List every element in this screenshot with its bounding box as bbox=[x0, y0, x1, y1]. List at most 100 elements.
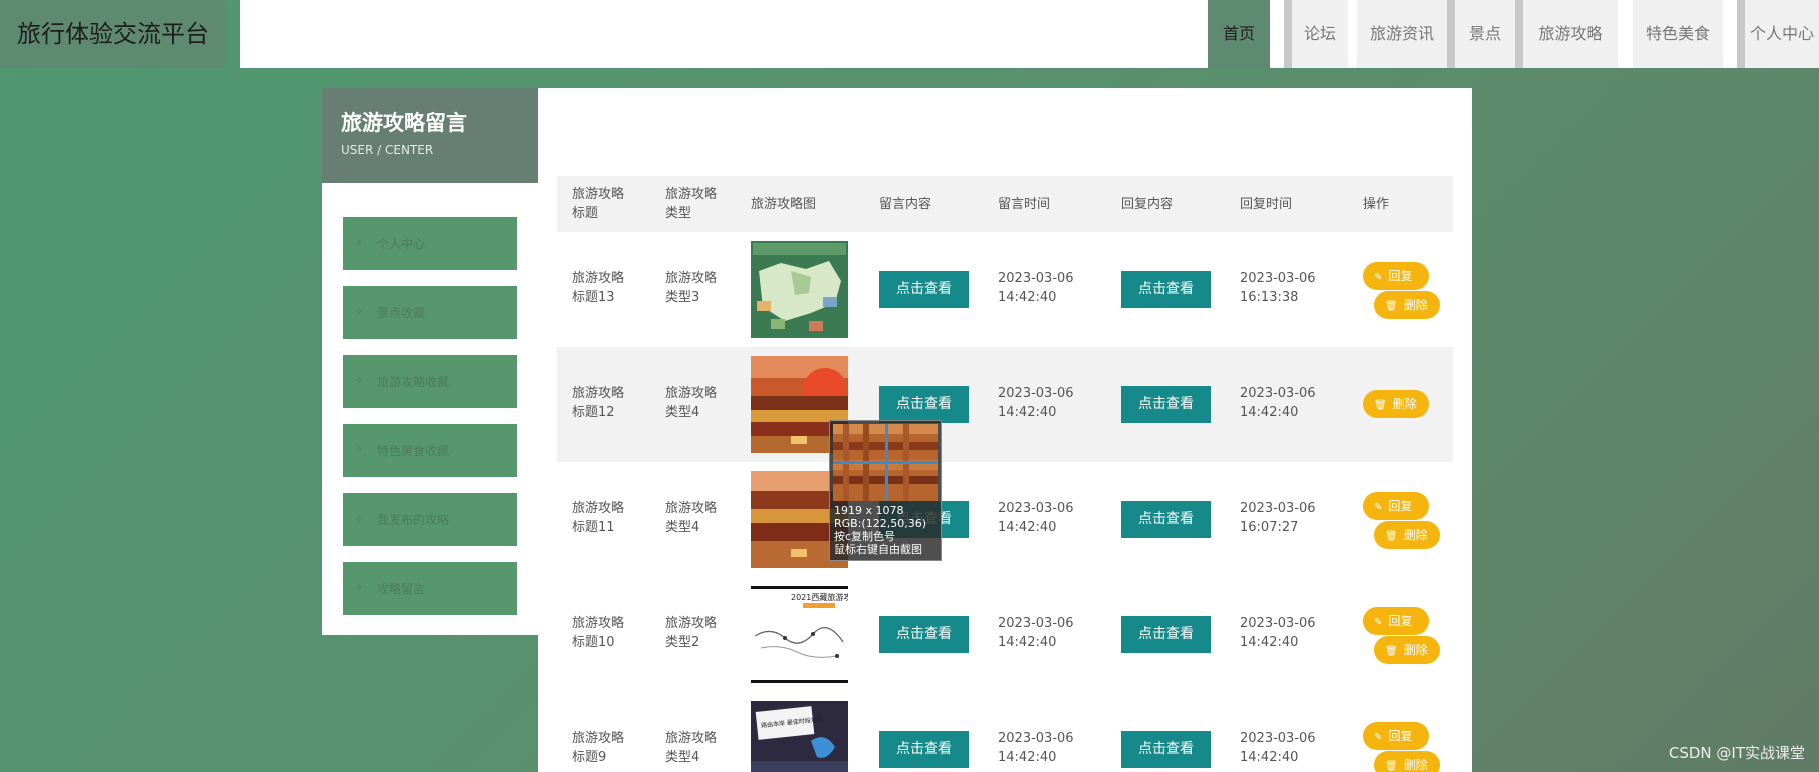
reply-button[interactable]: ✎ 回复 bbox=[1363, 262, 1429, 290]
reply-button[interactable]: ✎ 回复 bbox=[1363, 492, 1429, 520]
nav-travel-guides[interactable]: 旅游攻略 bbox=[1523, 0, 1618, 68]
reply-button[interactable]: ✎ 回复 bbox=[1363, 607, 1429, 635]
dot-icon: ✧ bbox=[355, 445, 364, 456]
message-time: 2023-03-06 14:42:40 bbox=[998, 731, 1074, 765]
view-message-button[interactable]: 点击查看 bbox=[879, 731, 969, 768]
dot-icon: ✧ bbox=[355, 514, 364, 525]
message-time: 2023-03-06 14:42:40 bbox=[998, 501, 1074, 535]
col-header-reply-time: 回复时间 bbox=[1240, 196, 1293, 212]
message-table-panel: 旅游攻略标题 旅游攻略类型 旅游攻略图 留言内容 留言时间 回复内容 回复时间 … bbox=[538, 88, 1472, 772]
table-row: 旅游攻略 标题13 旅游攻略 类型3 点击查看 2023-03-06 14:42:40… bbox=[557, 232, 1453, 347]
row-title: 旅游攻略 标题13 bbox=[572, 271, 625, 305]
trash-icon: 🗑 bbox=[1385, 531, 1398, 542]
watermark-text: CSDN @IT实战课堂 bbox=[1668, 744, 1805, 762]
thumbnail-title: 2021西藏旅游攻略 bbox=[791, 592, 848, 602]
row-title: 旅游攻略 标题9 bbox=[572, 731, 625, 765]
col-header-image: 旅游攻略图 bbox=[751, 196, 817, 212]
dot-icon: ✧ bbox=[355, 583, 364, 594]
delete-button[interactable]: 🗑 删除 bbox=[1374, 751, 1440, 772]
trash-icon: 🗑 bbox=[1385, 646, 1398, 657]
sidebar-item-label: 攻略留言 bbox=[377, 582, 426, 596]
nav-personal-center[interactable]: 个人中心 bbox=[1745, 0, 1819, 68]
reply-button[interactable]: ✎ 回复 bbox=[1363, 722, 1429, 750]
row-type: 旅游攻略 类型4 bbox=[665, 386, 718, 420]
reply-time: 2023-03-06 16:13:38 bbox=[1240, 271, 1316, 305]
image-size-readout: 1919 x 1078 bbox=[834, 504, 904, 517]
sidebar-item-attraction-favorites[interactable]: ✧ 景点收藏 bbox=[343, 286, 517, 339]
sidebar-item-label: 个人中心 bbox=[377, 237, 426, 251]
col-header-actions: 操作 bbox=[1363, 196, 1390, 212]
dot-icon: ✧ bbox=[355, 238, 364, 249]
view-reply-button[interactable]: 点击查看 bbox=[1121, 731, 1211, 768]
nav-attractions[interactable]: 景点 bbox=[1455, 0, 1515, 68]
site-title[interactable]: 旅行体验交流平台 bbox=[0, 0, 225, 68]
sidebar-item-label: 旅游攻略收藏 bbox=[377, 375, 450, 389]
trash-icon: 🗑 bbox=[1374, 400, 1387, 411]
trash-icon: 🗑 bbox=[1385, 301, 1398, 312]
sidebar-item-personal-center[interactable]: ✧ 个人中心 bbox=[343, 217, 517, 270]
nav-local-food[interactable]: 特色美食 bbox=[1633, 0, 1723, 68]
nav-separator bbox=[1737, 0, 1745, 68]
reply-time: 2023-03-06 14:42:40 bbox=[1240, 386, 1316, 420]
pencil-icon: ✎ bbox=[1374, 272, 1383, 283]
table-header: 旅游攻略标题 旅游攻略类型 旅游攻略图 留言内容 留言时间 回复内容 回复时间 … bbox=[557, 176, 1453, 232]
guide-thumbnail-tibet[interactable]: 2021西藏旅游攻略 bbox=[751, 586, 848, 683]
sidebar-item-guide-favorites[interactable]: ✧ 旅游攻略收藏 bbox=[343, 355, 517, 408]
dot-icon: ✧ bbox=[355, 307, 364, 318]
message-time: 2023-03-06 14:42:40 bbox=[998, 271, 1074, 305]
nav-separator bbox=[1515, 0, 1523, 68]
pencil-icon: ✎ bbox=[1374, 502, 1383, 513]
header-blank-area bbox=[240, 0, 1208, 68]
row-type: 旅游攻略 类型3 bbox=[665, 271, 718, 305]
col-header-reply: 回复内容 bbox=[1121, 196, 1174, 212]
col-header-time: 留言时间 bbox=[998, 196, 1051, 212]
nav-travel-news[interactable]: 旅游资讯 bbox=[1357, 0, 1447, 68]
sidebar-item-guide-messages[interactable]: ✧ 攻略留言 bbox=[343, 562, 517, 615]
nav-separator bbox=[1447, 0, 1455, 68]
view-message-button[interactable]: 点击查看 bbox=[879, 386, 969, 423]
row-type: 旅游攻略 类型2 bbox=[665, 616, 718, 650]
reply-time: 2023-03-06 14:42:40 bbox=[1240, 616, 1316, 650]
sidebar-subtitle: USER / CENTER bbox=[341, 143, 434, 157]
reply-time: 2023-03-06 16:07:27 bbox=[1240, 501, 1316, 535]
view-message-button[interactable]: 点击查看 bbox=[879, 271, 969, 308]
pencil-icon: ✎ bbox=[1374, 732, 1383, 743]
col-header-type: 旅游攻略类型 bbox=[665, 187, 718, 221]
rgb-readout: RGB:(122,50,36) bbox=[834, 517, 926, 530]
delete-button[interactable]: 🗑 删除 bbox=[1374, 291, 1440, 319]
top-navbar: 旅行体验交流平台 首页 论坛 旅游资讯 景点 旅游攻略 特色美食 个人中心 bbox=[0, 0, 1819, 68]
delete-button[interactable]: 🗑 删除 bbox=[1374, 521, 1440, 549]
row-type: 旅游攻略 类型4 bbox=[665, 501, 718, 535]
view-reply-button[interactable]: 点击查看 bbox=[1121, 501, 1211, 538]
col-header-title: 旅游攻略标题 bbox=[572, 187, 625, 221]
row-title: 旅游攻略 标题10 bbox=[572, 616, 625, 650]
screenshot-hint: 鼠标右键自由截图 bbox=[834, 543, 922, 556]
sidebar-item-label: 特色美食收藏 bbox=[377, 444, 450, 458]
table-row: 旅游攻略标题10 旅游攻略类型2 2021西藏旅游攻略 点击查看 2023-03… bbox=[557, 577, 1453, 692]
view-reply-button[interactable]: 点击查看 bbox=[1121, 271, 1211, 308]
pencil-icon: ✎ bbox=[1374, 617, 1383, 628]
delete-button[interactable]: 🗑 删除 bbox=[1363, 390, 1429, 418]
guide-thumbnail-map[interactable] bbox=[751, 241, 848, 338]
row-title: 旅游攻略 标题11 bbox=[572, 501, 625, 535]
sidebar-item-my-guides[interactable]: ✧ 我发布的攻略 bbox=[343, 493, 517, 546]
guide-thumbnail-night[interactable]: 路由本岸 最佳时段攻略 bbox=[751, 701, 848, 772]
view-reply-button[interactable]: 点击查看 bbox=[1121, 616, 1211, 653]
reply-time: 2023-03-06 14:42:40 bbox=[1240, 731, 1316, 765]
nav-forum[interactable]: 论坛 bbox=[1292, 0, 1348, 68]
col-header-content: 留言内容 bbox=[879, 196, 932, 212]
view-reply-button[interactable]: 点击查看 bbox=[1121, 386, 1211, 423]
nav-home[interactable]: 首页 bbox=[1208, 0, 1270, 68]
magnifier-info: 1919 x 1078 RGB:(122,50,36) 按c复制色号 鼠标右键自… bbox=[834, 504, 926, 556]
view-message-button[interactable]: 点击查看 bbox=[879, 616, 969, 653]
nav-gap bbox=[1270, 0, 1284, 68]
delete-button[interactable]: 🗑 删除 bbox=[1374, 636, 1440, 664]
color-picker-magnifier: 1919 x 1078 RGB:(122,50,36) 按c复制色号 鼠标右键自… bbox=[829, 420, 942, 561]
nav-separator bbox=[1284, 0, 1292, 68]
copy-color-hint: 按c复制色号 bbox=[834, 530, 896, 543]
table-row: 旅游攻略 标题9 旅游攻略 类型4 路由本岸 最佳时段攻略 点击查看 2023-03… bbox=[557, 692, 1453, 772]
sidebar-item-food-favorites[interactable]: ✧ 特色美食收藏 bbox=[343, 424, 517, 477]
message-time: 2023-03-06 14:42:40 bbox=[998, 386, 1074, 420]
sidebar-menu: ✧ 个人中心 ✧ 景点收藏 ✧ 旅游攻略收藏 ✧ 特色美食收藏 ✧ 我发布的攻略… bbox=[322, 183, 538, 635]
message-time: 2023-03-06 14:42:40 bbox=[998, 616, 1074, 650]
